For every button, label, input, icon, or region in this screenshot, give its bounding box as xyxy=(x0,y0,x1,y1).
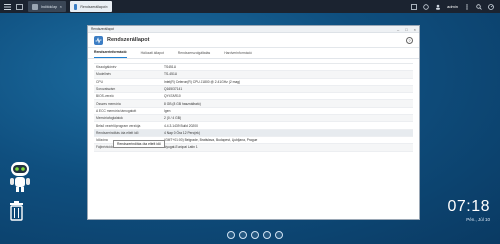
table-row: Sorozatszám Q165I37141 xyxy=(94,85,413,94)
tab-network-status[interactable]: Hálózati állapot xyxy=(141,51,164,58)
top-taskbar: Indítóközp × Rendszerállapot × admin xyxy=(0,0,500,13)
row-value: Igen xyxy=(164,108,171,113)
table-row: Memóriafoglalatok 2 (0 / 4 GB) xyxy=(94,115,413,123)
close-icon[interactable]: × xyxy=(106,4,108,9)
row-value: 4.4.3.1439 Build 20200 xyxy=(164,123,198,128)
dashboard-icon[interactable] xyxy=(488,3,494,10)
row-value: Q165I37141 xyxy=(164,87,183,92)
minimize-icon[interactable]: – xyxy=(397,27,399,32)
options-icon[interactable] xyxy=(464,3,470,10)
table-row: CPU Intel(R) Celeron(R) CPU J1800 @ 2.41G… xyxy=(94,79,413,86)
row-key: Memóriafoglalatok xyxy=(96,116,123,121)
notification-icon[interactable] xyxy=(423,3,429,10)
tab-system-info[interactable]: Rendszerinformáció xyxy=(94,50,127,58)
row-value: Intel(R) Celeron(R) CPU J1800 @ 2.41GHz … xyxy=(164,79,241,84)
table-row: BIOS-verzió QY47AR10 xyxy=(94,93,413,101)
row-value: TS-451U xyxy=(164,72,178,77)
task-system-status[interactable]: Rendszerállapot × xyxy=(70,1,112,12)
dock-item-icon[interactable] xyxy=(263,231,271,239)
dock-item-icon[interactable] xyxy=(251,231,259,239)
dock-item-icon[interactable] xyxy=(275,231,283,239)
row-value: (GMT+01:00) Belgrade, Bratislava, Budape… xyxy=(164,138,258,143)
window-titlebar[interactable]: Rendszerállapot – □ × xyxy=(88,26,419,33)
row-value: 4 Nap 0 Óra 12 Perc(ek) xyxy=(164,130,200,135)
task-label: Rendszerállapot xyxy=(80,4,106,9)
user-icon[interactable] xyxy=(435,4,441,10)
task-manager-icon[interactable] xyxy=(411,3,417,10)
row-value: Nyugat-Európai Latin 1 xyxy=(164,145,198,150)
row-value: TS451U xyxy=(164,65,177,70)
clock-time: 07:18 xyxy=(447,198,490,215)
table-row: Modellnév TS-451U xyxy=(94,71,413,79)
row-key: BIOS-verzió xyxy=(96,94,114,99)
trash-icon[interactable] xyxy=(9,201,24,221)
table-row: Kiszolgálónév TS451U xyxy=(94,64,413,72)
row-key: Sorozatszám xyxy=(96,87,116,92)
qnap-robot-icon[interactable] xyxy=(6,160,34,194)
table-row: Rendszerindítás óta eltelt idő 4 Nap 0 Ór… xyxy=(94,129,413,137)
row-key: Összes memória xyxy=(96,101,121,106)
system-status-window: Rendszerállapot – □ × Rendszerállapot ? … xyxy=(87,25,420,220)
row-key: A ECC memória támogatott xyxy=(96,108,137,113)
close-icon[interactable]: × xyxy=(60,4,62,9)
table-row: A ECC memória támogatott Igen xyxy=(94,108,413,116)
system-status-icon xyxy=(94,35,103,45)
tab-bar: Rendszerinformáció Hálózati állapot Rend… xyxy=(88,48,419,59)
row-value: QY47AR10 xyxy=(164,94,181,99)
desktop-clock: 07:18 Pén., Júl 10 xyxy=(447,198,490,222)
row-value: 2 (0 / 4 GB) xyxy=(164,116,182,121)
clock-date: Pén., Júl 10 xyxy=(466,217,490,222)
launcher-app-icon xyxy=(32,3,38,10)
dock xyxy=(227,231,283,239)
window-title: Rendszerállapot xyxy=(91,27,115,31)
row-key: Kiszolgálónév xyxy=(96,65,117,70)
system-status-app-icon xyxy=(74,3,78,10)
system-info-table: Kiszolgálónév TS451U Modellnév TS-451U CPU… xyxy=(94,63,413,152)
menu-icon[interactable] xyxy=(3,2,12,11)
window-header: Rendszerállapot ? xyxy=(88,33,419,48)
row-key: Modellnév xyxy=(96,72,112,77)
tooltip: Rendszerindítás óta eltelt idő xyxy=(113,140,165,148)
table-row: Összes memória 8 GB (8 GB használható) xyxy=(94,100,413,108)
dock-item-icon[interactable] xyxy=(239,231,247,239)
user-name[interactable]: admin xyxy=(447,4,458,9)
desktop-icon[interactable] xyxy=(15,2,24,11)
page-title: Rendszerállapot xyxy=(107,37,150,43)
row-value: 8 GB (8 GB használható) xyxy=(164,101,201,106)
table-row: Belső vezérlőprogram verziója 4.4.3.1439 … xyxy=(94,122,413,130)
row-key: Belső vezérlőprogram verziója xyxy=(96,123,141,128)
task-label: Indítóközp xyxy=(41,4,58,9)
row-key: Rendszerindítás óta eltelt idő xyxy=(96,130,139,135)
help-icon[interactable]: ? xyxy=(406,36,413,44)
tab-system-service[interactable]: Rendszerszolgáltatás xyxy=(178,51,210,58)
row-key: CPU xyxy=(96,79,103,84)
close-icon[interactable]: × xyxy=(414,27,416,32)
task-launcher[interactable]: Indítóközp × xyxy=(28,1,66,12)
dock-item-icon[interactable] xyxy=(227,231,235,239)
maximize-icon[interactable]: □ xyxy=(405,27,407,32)
search-icon[interactable] xyxy=(476,3,482,10)
tab-hardware-info[interactable]: Hardverinformáció xyxy=(224,51,252,58)
